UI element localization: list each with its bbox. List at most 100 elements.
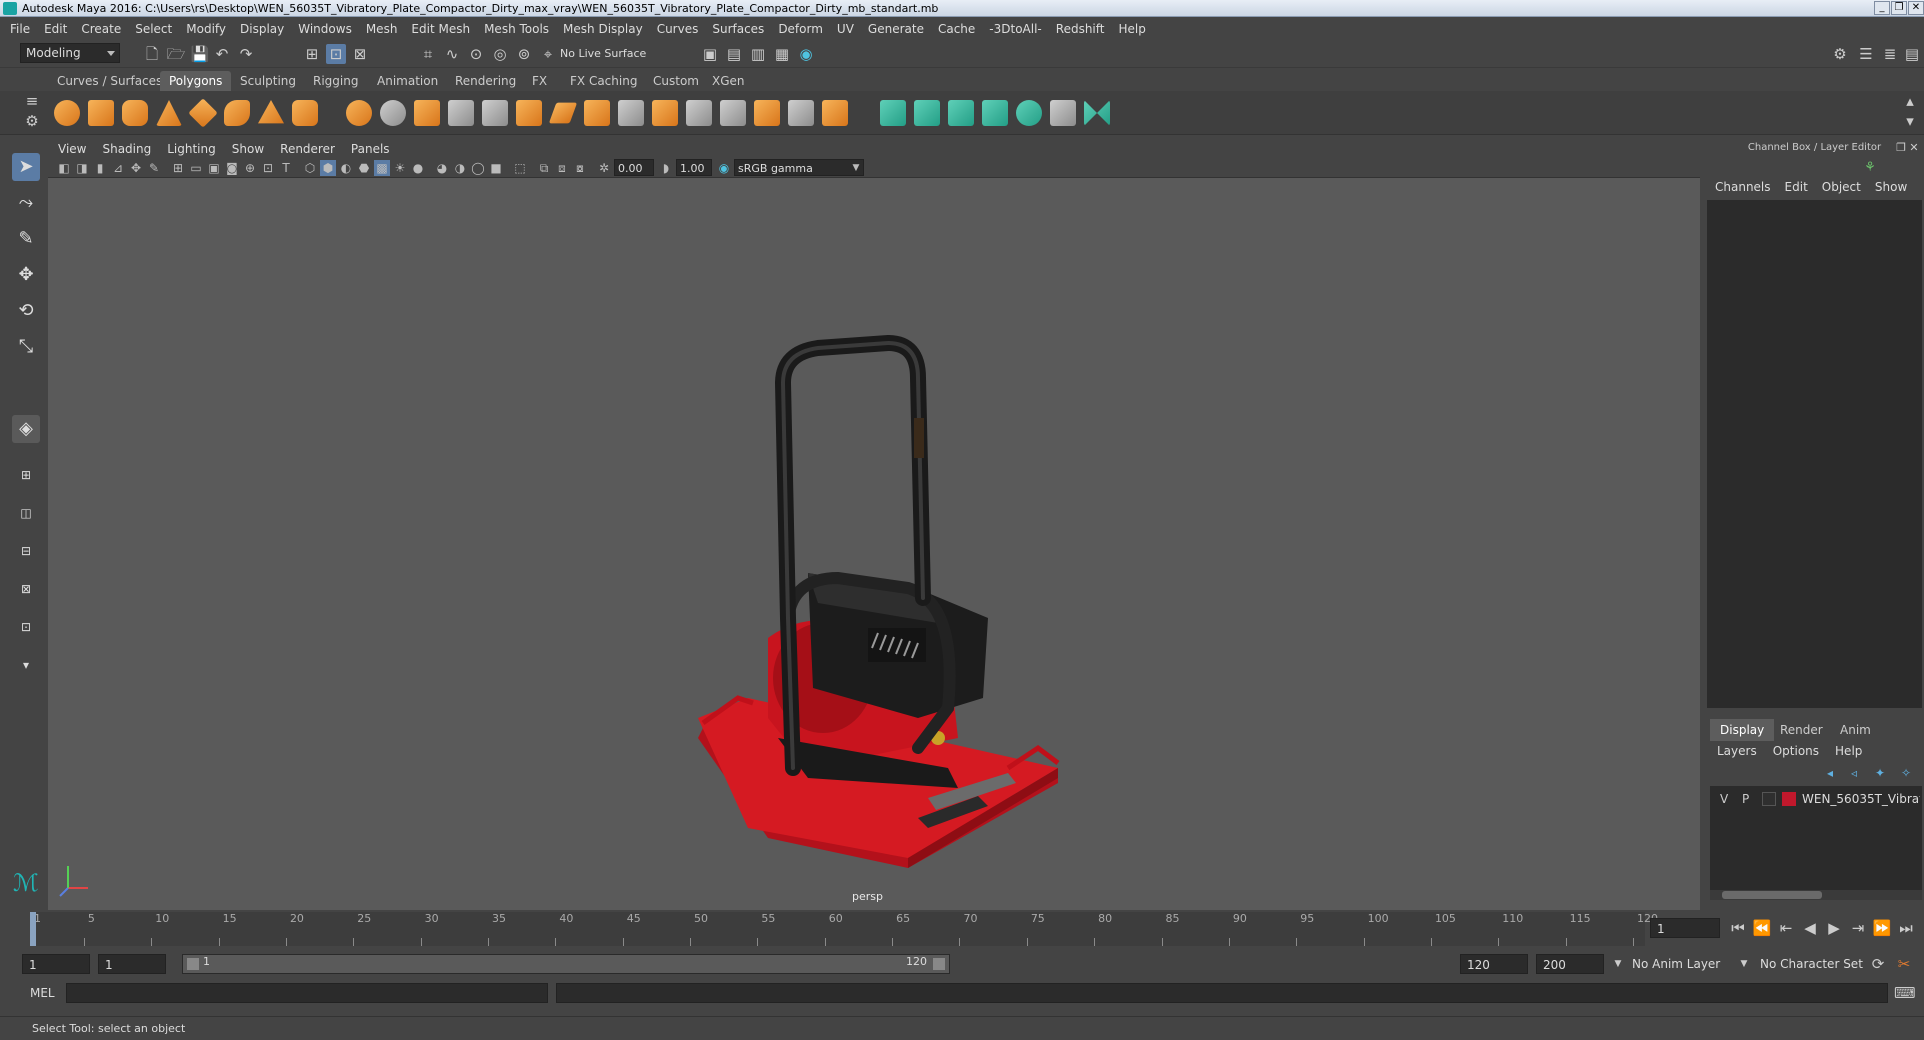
tab-custom[interactable]: Custom bbox=[644, 71, 708, 91]
poly-cylinder-icon[interactable] bbox=[122, 100, 148, 126]
menu-file[interactable]: File bbox=[10, 22, 30, 36]
menu-help[interactable]: Help bbox=[1118, 22, 1145, 36]
append-polygon-icon[interactable] bbox=[822, 100, 848, 126]
menu-deform[interactable]: Deform bbox=[778, 22, 823, 36]
side-by-side-layout-icon[interactable]: ◫ bbox=[12, 499, 40, 527]
viewport-menu-lighting[interactable]: Lighting bbox=[167, 142, 216, 156]
smooth-icon[interactable] bbox=[448, 100, 474, 126]
menu-edit-mesh[interactable]: Edit Mesh bbox=[411, 22, 470, 36]
camera-attributes-icon[interactable]: ◨ bbox=[74, 160, 90, 176]
play-forwards-icon[interactable]: ▶ bbox=[1824, 918, 1844, 938]
edge-loop-icon[interactable] bbox=[686, 100, 712, 126]
film-gate-icon[interactable]: ▭ bbox=[188, 160, 204, 176]
minimize-icon[interactable]: _ bbox=[1874, 1, 1890, 15]
anim-layer-select[interactable]: No Anim Layer bbox=[1626, 954, 1730, 974]
current-frame-field[interactable]: 1 bbox=[1650, 918, 1720, 938]
insert-edge-loop-icon[interactable] bbox=[720, 100, 746, 126]
go-to-end-icon[interactable]: ⏭ bbox=[1896, 918, 1916, 938]
menu-redshift[interactable]: Redshift bbox=[1056, 22, 1105, 36]
menu-create[interactable]: Create bbox=[81, 22, 121, 36]
poly-cube-icon[interactable] bbox=[88, 100, 114, 126]
new-layer-icon[interactable]: ✦ bbox=[1870, 763, 1890, 783]
grid-icon[interactable]: ⊞ bbox=[170, 160, 186, 176]
uv-layout-icon[interactable] bbox=[1050, 100, 1076, 126]
uv-editor-icon[interactable] bbox=[1084, 100, 1110, 126]
play-backwards-icon[interactable]: ◀ bbox=[1800, 918, 1820, 938]
menu-uv[interactable]: UV bbox=[837, 22, 854, 36]
channel-box-toggle-icon[interactable]: ⚘ bbox=[1860, 158, 1880, 178]
viewport-menu-renderer[interactable]: Renderer bbox=[280, 142, 335, 156]
attribute-editor-icon[interactable]: ☰ bbox=[1856, 44, 1876, 64]
poly-pyramid-icon[interactable] bbox=[258, 100, 284, 124]
extrude-icon[interactable] bbox=[516, 100, 542, 126]
move-layer-down-icon[interactable]: ◃ bbox=[1844, 763, 1864, 783]
layer-list-scrollbar[interactable] bbox=[1710, 890, 1922, 900]
boolean-icon[interactable] bbox=[482, 100, 508, 126]
chevron-down-icon[interactable]: ▼ bbox=[1734, 954, 1754, 974]
close-panel-icon[interactable]: ✕ bbox=[1908, 142, 1920, 154]
range-bar[interactable]: 1 120 bbox=[182, 954, 950, 974]
render-current-icon[interactable]: ▣ bbox=[700, 44, 720, 64]
target-weld-icon[interactable] bbox=[652, 100, 678, 126]
tab-fx[interactable]: FX bbox=[523, 71, 556, 91]
uv-planar-icon[interactable] bbox=[880, 100, 906, 126]
bridge-icon[interactable] bbox=[548, 102, 578, 124]
viewport-menu-view[interactable]: View bbox=[58, 142, 86, 156]
tab-xgen[interactable]: XGen bbox=[703, 71, 754, 91]
wireframe-icon[interactable]: ⬡ bbox=[302, 160, 318, 176]
time-slider[interactable]: 1 5 10 15 20 25 30 35 40 45 50 55 60 65 70 75 80 85 90 95 10… bbox=[30, 912, 1658, 946]
hypershade-icon[interactable]: ▦ bbox=[772, 44, 792, 64]
help-menu[interactable]: Help bbox=[1835, 744, 1862, 762]
menu-cache[interactable]: Cache bbox=[938, 22, 975, 36]
bookmark-icon[interactable]: ▮ bbox=[92, 160, 108, 176]
tab-curves-surfaces[interactable]: Curves / Surfaces bbox=[48, 71, 171, 91]
select-component-icon[interactable]: ⊠ bbox=[350, 44, 370, 64]
animation-preferences-icon[interactable]: ✂ bbox=[1894, 954, 1914, 974]
color-space-select[interactable]: sRGB gamma bbox=[734, 159, 864, 176]
multi-cut-icon[interactable] bbox=[618, 100, 644, 126]
color-management-icon[interactable]: ◉ bbox=[716, 160, 732, 176]
motion-blur-icon[interactable]: ◑ bbox=[452, 160, 468, 176]
show-menu[interactable]: Show bbox=[1875, 180, 1907, 198]
toolbox-expand-icon[interactable]: ▾ bbox=[12, 651, 40, 679]
ipr-render-icon[interactable]: ▤ bbox=[724, 44, 744, 64]
channels-menu[interactable]: Channels bbox=[1715, 180, 1771, 198]
edit-menu[interactable]: Edit bbox=[1785, 180, 1808, 198]
uv-cylindrical-icon[interactable] bbox=[914, 100, 940, 126]
playback-end-field[interactable]: 120 bbox=[1460, 954, 1528, 974]
default-material-icon[interactable]: ◐ bbox=[338, 160, 354, 176]
paint-select-tool-icon[interactable]: ✎ bbox=[12, 225, 40, 253]
menu-edit[interactable]: Edit bbox=[44, 22, 67, 36]
go-to-start-icon[interactable]: ⏮ bbox=[1728, 918, 1748, 938]
menu-mesh[interactable]: Mesh bbox=[366, 22, 398, 36]
two-d-pan-icon[interactable]: ✥ bbox=[128, 160, 144, 176]
modeling-toolkit-icon[interactable]: ⚙ bbox=[1830, 44, 1850, 64]
select-tool-icon[interactable]: ➤ bbox=[12, 153, 40, 181]
move-tool-icon[interactable]: ✥ bbox=[12, 261, 40, 289]
render-view-icon[interactable]: ◉ bbox=[796, 44, 816, 64]
tab-anim[interactable]: Anim bbox=[1830, 719, 1881, 741]
menu-generate[interactable]: Generate bbox=[868, 22, 924, 36]
shelf-menu-icon[interactable]: ≡ bbox=[22, 91, 42, 111]
layer-color-swatch[interactable] bbox=[1782, 792, 1796, 806]
wireframe-on-shaded-icon[interactable]: ⬣ bbox=[356, 160, 372, 176]
menu-curves[interactable]: Curves bbox=[657, 22, 699, 36]
gate-mask-icon[interactable]: ◙ bbox=[224, 160, 240, 176]
menu-3dtoall[interactable]: -3DtoAll- bbox=[989, 22, 1041, 36]
smooth-shade-icon[interactable]: ⬢ bbox=[320, 160, 336, 176]
tab-polygons[interactable]: Polygons bbox=[160, 71, 232, 91]
select-hierarchy-icon[interactable]: ⊞ bbox=[302, 44, 322, 64]
perspective-viewport[interactable]: persp bbox=[48, 178, 1700, 910]
float-panel-icon[interactable]: ❐ bbox=[1895, 142, 1907, 154]
undo-icon[interactable]: ↶ bbox=[212, 44, 232, 64]
options-menu[interactable]: Options bbox=[1773, 744, 1819, 762]
bevel-icon[interactable] bbox=[584, 100, 610, 126]
snap-grid-icon[interactable]: ⌗ bbox=[418, 44, 438, 64]
step-forward-key-icon[interactable]: ⇥ bbox=[1848, 918, 1868, 938]
exposure-icon[interactable]: ✲ bbox=[596, 160, 612, 176]
tool-settings-icon[interactable]: ≣ bbox=[1880, 44, 1900, 64]
tab-animation[interactable]: Animation bbox=[368, 71, 447, 91]
persp-graph-layout-icon[interactable]: ⊠ bbox=[12, 575, 40, 603]
uv-automatic-icon[interactable] bbox=[982, 100, 1008, 126]
menu-surfaces[interactable]: Surfaces bbox=[712, 22, 764, 36]
